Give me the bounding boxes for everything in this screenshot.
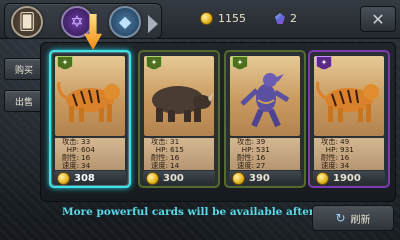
- close-button[interactable]: ✕: [360, 6, 396, 32]
- gold-coin-icon: [316, 171, 329, 185]
- gold-coin-icon: [200, 12, 213, 25]
- speed-label: 速度:: [61, 161, 79, 170]
- tiger-image: [57, 81, 120, 122]
- tab-strip: 🂠 ✡ ◆: [4, 3, 162, 39]
- sell-button[interactable]: 出售: [4, 90, 44, 112]
- price-tag: 390: [229, 171, 301, 185]
- card-rhino[interactable]: ✦ 攻击: 31 HP: 615 耐性: 16 速度: 14 300: [138, 50, 220, 188]
- crystal-icon: ◆: [118, 12, 132, 31]
- buy-label: 购买: [14, 65, 33, 76]
- price-tag: 1900: [313, 171, 385, 185]
- price-value: 308: [74, 172, 95, 184]
- price-value: 390: [249, 172, 270, 184]
- card-stats: 攻击: 39 HP: 531 耐性: 16 速度: 27: [230, 138, 300, 170]
- buy-button[interactable]: 购买: [4, 58, 44, 80]
- speed-value: 14: [170, 161, 180, 170]
- price-tag: 308: [54, 171, 126, 185]
- price-tag: 300: [143, 171, 215, 185]
- card-tiger[interactable]: ✦ 攻击: 33 HP: 604 耐性: 16 速度: 34 308: [49, 50, 131, 188]
- gem-counter: 2: [275, 12, 297, 25]
- speed-value: 34: [81, 161, 91, 170]
- close-icon: ✕: [371, 9, 385, 29]
- refresh-label: 刷新: [350, 214, 371, 226]
- card-tiger-rare[interactable]: ✦ 攻击: 49 HP: 931 耐性: 16 速度: 34 1900: [308, 50, 390, 188]
- forge-tab[interactable]: ◆: [109, 6, 141, 38]
- hexagram-icon: ✡: [70, 12, 84, 31]
- gem-icon: [275, 13, 285, 24]
- refresh-button[interactable]: ↻ 刷新: [312, 205, 394, 231]
- top-bar: 🂠 ✡ ◆ 1155 2 ✕: [0, 0, 400, 39]
- speed-label: 速度:: [236, 161, 254, 170]
- speed-value: 34: [340, 161, 350, 170]
- rhino-image: [152, 86, 214, 122]
- speed-label: 速度:: [150, 161, 168, 170]
- price-value: 1900: [333, 172, 361, 184]
- gold-amount: 1155: [218, 12, 246, 25]
- gem-amount: 2: [290, 12, 297, 25]
- cards-icon: 🂠: [18, 12, 36, 31]
- tiger-image: [316, 81, 379, 122]
- werewolf-image: [240, 73, 290, 128]
- card-stats: 攻击: 33 HP: 604 耐性: 16 速度: 34: [55, 138, 125, 170]
- refresh-icon: ↻: [335, 211, 346, 225]
- cards-tab[interactable]: 🂠: [11, 6, 43, 38]
- card-stats: 攻击: 49 HP: 931 耐性: 16 速度: 34: [314, 138, 384, 170]
- next-tab-arrow-icon[interactable]: [148, 15, 158, 33]
- gold-coin-icon: [232, 171, 245, 185]
- magic-tab[interactable]: ✡: [61, 6, 93, 38]
- sell-label: 出售: [14, 97, 33, 108]
- speed-label: 速度:: [320, 161, 338, 170]
- speed-value: 27: [256, 161, 266, 170]
- gold-coin-icon: [146, 171, 159, 185]
- card-stats: 攻击: 31 HP: 615 耐性: 16 速度: 14: [144, 138, 214, 170]
- price-value: 300: [163, 172, 184, 184]
- gold-coin-icon: [57, 171, 70, 185]
- gold-counter: 1155: [200, 12, 246, 25]
- card-werewolf[interactable]: ✦ 攻击: 39 HP: 531 耐性: 16 速度: 27 390: [224, 50, 306, 188]
